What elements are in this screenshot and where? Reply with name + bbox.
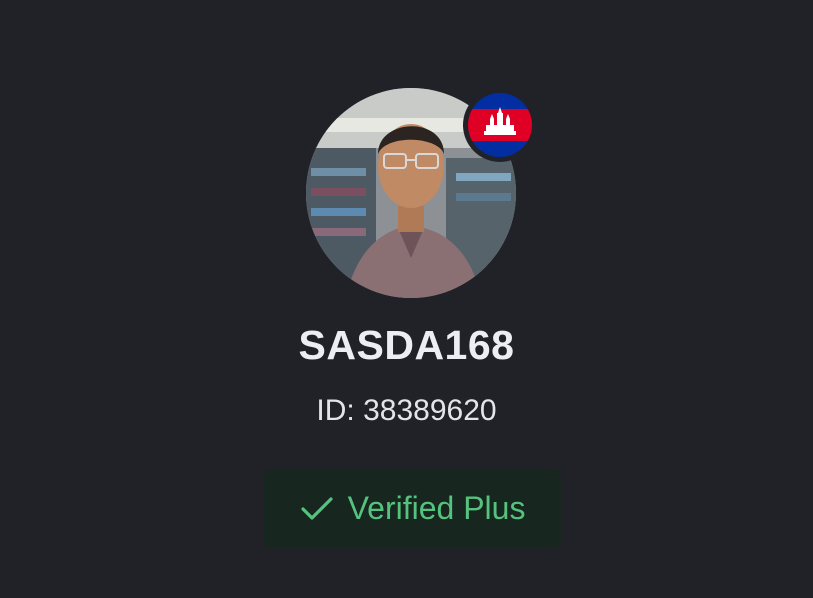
username: SASDA168 — [298, 322, 515, 368]
user-id: ID: 38389620 — [316, 394, 497, 427]
country-flag-badge — [463, 88, 537, 162]
avatar-container — [306, 88, 537, 300]
verified-plus-label: Verified Plus — [347, 490, 526, 526]
verified-plus-badge[interactable]: Verified Plus — [264, 470, 561, 547]
checkmark-icon — [300, 495, 334, 523]
profile-card: SASDA168 ID: 38389620 Verified Plus — [0, 0, 813, 598]
cambodia-flag-icon — [468, 93, 532, 157]
